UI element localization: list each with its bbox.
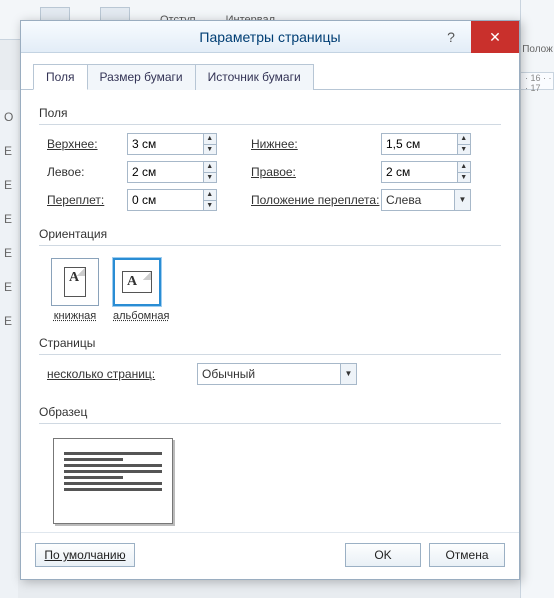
left-margin-input[interactable]: ▲▼ bbox=[127, 161, 217, 183]
dialog-footer: По умолчанию OK Отмена bbox=[21, 532, 519, 579]
spin-up-icon[interactable]: ▲ bbox=[204, 190, 216, 201]
spin-up-icon[interactable]: ▲ bbox=[458, 162, 470, 173]
top-margin-label: Верхнее: bbox=[47, 137, 127, 151]
spin-down-icon[interactable]: ▼ bbox=[204, 201, 216, 211]
chevron-down-icon: ▼ bbox=[454, 190, 470, 210]
left-strip: О Е Е Е Е Е Е bbox=[0, 90, 18, 598]
tab-paper-size[interactable]: Размер бумаги bbox=[87, 64, 196, 90]
spin-down-icon[interactable]: ▼ bbox=[458, 173, 470, 183]
margins-legend: Поля bbox=[39, 106, 501, 120]
right-margin-label: Правое: bbox=[251, 165, 381, 179]
orientation-legend: Ориентация bbox=[39, 227, 501, 241]
multi-pages-combo[interactable]: Обычный ▼ bbox=[197, 363, 357, 385]
dialog-body: Поля Верхнее: ▲▼ Нижнее: ▲▼ Левое: bbox=[21, 90, 519, 532]
page-setup-dialog: Параметры страницы ? ✕ Поля Размер бумаг… bbox=[20, 20, 520, 580]
spin-up-icon[interactable]: ▲ bbox=[204, 134, 216, 145]
set-default-button[interactable]: По умолчанию bbox=[35, 543, 135, 567]
orientation-portrait[interactable]: книжная bbox=[51, 258, 99, 322]
spin-down-icon[interactable]: ▼ bbox=[458, 145, 470, 155]
gutter-position-combo[interactable]: Слева ▼ bbox=[381, 189, 471, 211]
titlebar: Параметры страницы ? ✕ bbox=[21, 21, 519, 53]
help-button[interactable]: ? bbox=[431, 21, 471, 53]
chevron-down-icon: ▼ bbox=[340, 364, 356, 384]
bottom-margin-input[interactable]: ▲▼ bbox=[381, 133, 471, 155]
spin-down-icon[interactable]: ▼ bbox=[204, 145, 216, 155]
left-margin-label: Левое: bbox=[47, 165, 127, 179]
portrait-page-icon bbox=[64, 267, 86, 297]
tab-margins[interactable]: Поля bbox=[33, 64, 88, 90]
ok-button[interactable]: OK bbox=[345, 543, 421, 567]
multi-pages-label: несколько страниц: bbox=[47, 367, 197, 381]
tab-paper-source[interactable]: Источник бумаги bbox=[195, 64, 314, 90]
close-button[interactable]: ✕ bbox=[471, 21, 519, 53]
preview-thumbnail bbox=[53, 438, 173, 524]
ruler: · 16 · · · 17 bbox=[520, 72, 554, 90]
right-margin-input[interactable]: ▲▼ bbox=[381, 161, 471, 183]
gutter-label: Переплет: bbox=[47, 193, 127, 207]
landscape-page-icon bbox=[122, 271, 152, 293]
cancel-button[interactable]: Отмена bbox=[429, 543, 505, 567]
pages-legend: Страницы bbox=[39, 336, 501, 350]
tabs: Поля Размер бумаги Источник бумаги bbox=[21, 53, 519, 90]
orientation-landscape[interactable]: альбомная bbox=[113, 258, 169, 322]
gutter-position-label: Положение переплета: bbox=[251, 193, 381, 207]
dialog-title: Параметры страницы bbox=[199, 29, 340, 45]
spin-up-icon[interactable]: ▲ bbox=[458, 134, 470, 145]
gutter-input[interactable]: ▲▼ bbox=[127, 189, 217, 211]
spin-down-icon[interactable]: ▼ bbox=[204, 173, 216, 183]
preview-legend: Образец bbox=[39, 405, 501, 419]
spin-up-icon[interactable]: ▲ bbox=[204, 162, 216, 173]
top-margin-input[interactable]: ▲▼ bbox=[127, 133, 217, 155]
bottom-margin-label: Нижнее: bbox=[251, 137, 381, 151]
